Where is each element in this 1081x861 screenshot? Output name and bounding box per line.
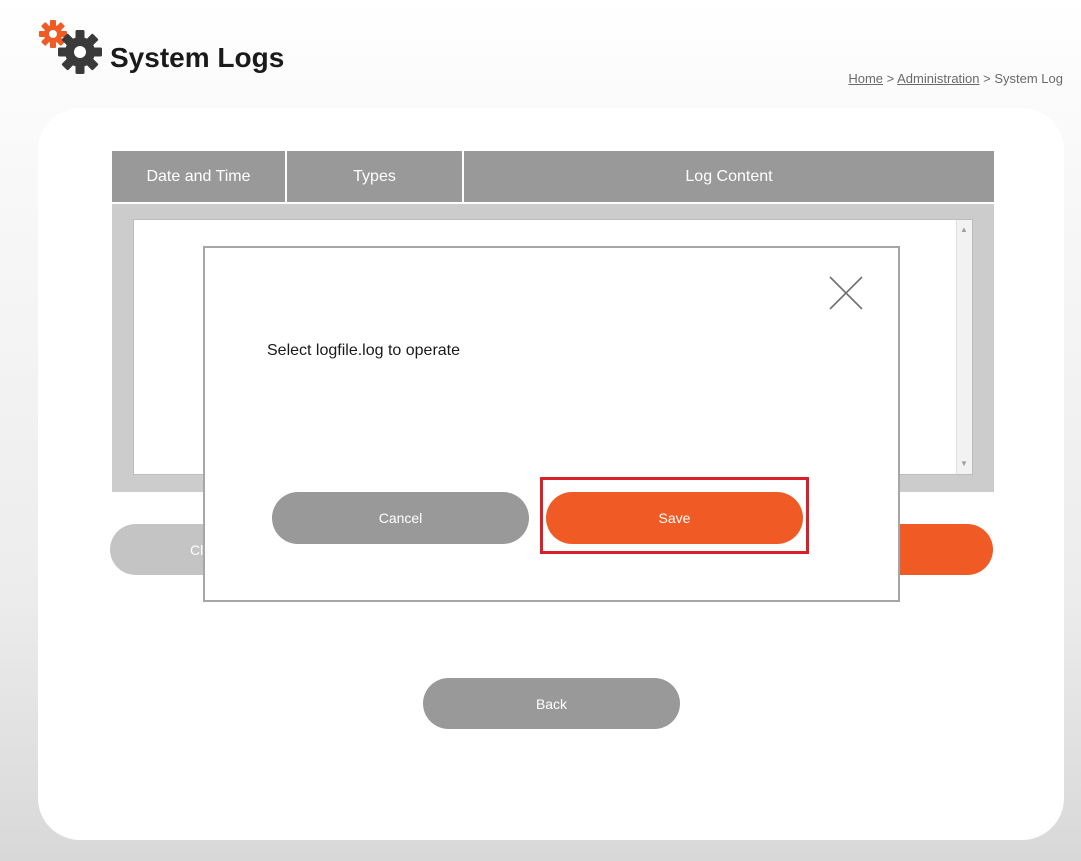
breadcrumb-current: System Log bbox=[994, 71, 1063, 86]
back-button[interactable]: Back bbox=[423, 678, 680, 729]
breadcrumb-separator: > bbox=[883, 71, 898, 86]
select-log-dialog: Select logfile.log to operate bbox=[203, 246, 900, 602]
breadcrumb: Home > Administration > System Log bbox=[848, 71, 1063, 86]
dialog-message: Select logfile.log to operate bbox=[267, 342, 461, 359]
gears-icon bbox=[36, 20, 106, 76]
column-date-and-time: Date and Time bbox=[112, 151, 287, 202]
log-table-header: Date and Time Types Log Content bbox=[112, 151, 994, 202]
cancel-button[interactable]: Cancel bbox=[272, 492, 529, 544]
close-icon[interactable] bbox=[827, 274, 865, 312]
column-log-content: Log Content bbox=[685, 167, 773, 185]
log-scrollbar[interactable]: ▲ ▼ bbox=[956, 220, 972, 474]
breadcrumb-home-link[interactable]: Home bbox=[848, 71, 883, 86]
column-types: Types bbox=[287, 151, 464, 202]
breadcrumb-separator: > bbox=[979, 71, 995, 86]
scroll-up-arrow-icon[interactable]: ▲ bbox=[960, 226, 968, 234]
breadcrumb-administration-link[interactable]: Administration bbox=[897, 71, 979, 86]
save-button[interactable]: Save bbox=[546, 492, 803, 544]
page-title: System Logs bbox=[110, 42, 285, 73]
log-table: Date and Time Types Log Content bbox=[112, 151, 994, 202]
scroll-down-arrow-icon[interactable]: ▼ bbox=[960, 460, 968, 468]
